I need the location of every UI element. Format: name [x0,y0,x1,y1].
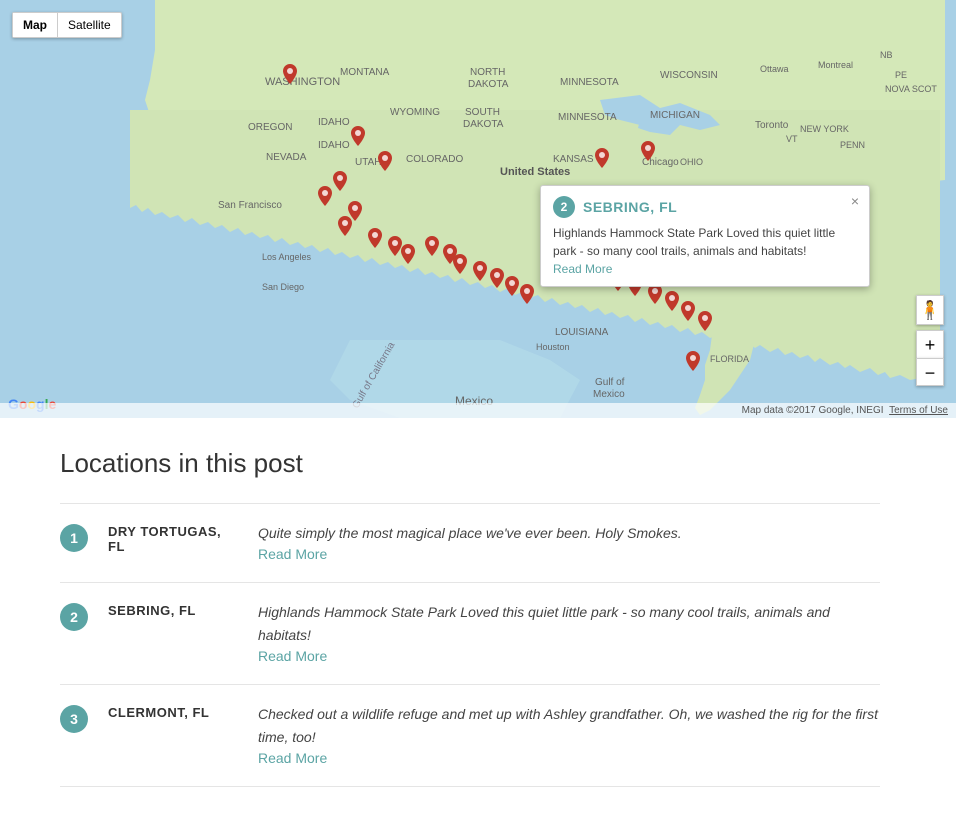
location-name: DRY TORTUGAS, FL [108,524,238,554]
popup-title: SEBRING, FL [583,199,677,215]
svg-text:NORTH: NORTH [470,67,505,78]
map-pin[interactable] [366,228,384,252]
zoom-out-button[interactable]: − [916,358,944,386]
pegman-control[interactable]: 🧍 [916,295,944,325]
location-number-badge: 2 [60,603,88,631]
svg-text:Houston: Houston [536,342,570,352]
map-pin[interactable] [316,186,334,210]
map-pin[interactable] [679,301,697,325]
svg-text:COLORADO: COLORADO [406,154,463,165]
zoom-controls: + − [916,330,944,386]
popup-header: 2 SEBRING, FL [553,196,839,218]
map-pin[interactable] [336,216,354,240]
location-item: 2 SEBRING, FL Highlands Hammock State Pa… [60,583,880,685]
svg-text:NEW YORK: NEW YORK [800,124,849,134]
map-pin[interactable] [471,261,489,285]
map-pin[interactable] [349,126,367,150]
map-pin[interactable] [518,284,536,308]
svg-text:IDAHO: IDAHO [318,140,350,151]
map-container: WASHINGTON MONTANA NORTH DAKOTA MINNESOT… [0,0,956,418]
svg-text:San Francisco: San Francisco [218,200,282,211]
popup-read-more-link[interactable]: Read More [553,262,839,276]
svg-text:KANSAS: KANSAS [553,154,594,165]
map-data-attribution: Map data ©2017 Google, INEGI [742,405,884,416]
svg-text:LOUISIANA: LOUISIANA [555,327,609,338]
map-type-satellite-btn[interactable]: Satellite [58,13,121,37]
svg-text:Los Angeles: Los Angeles [262,252,312,262]
map-footer: Map data ©2017 Google, INEGI Terms of Us… [0,403,956,418]
map-pin[interactable] [639,141,657,165]
zoom-in-button[interactable]: + [916,330,944,358]
popup-number: 2 [553,196,575,218]
map-pin[interactable] [376,151,394,175]
popup-close-button[interactable]: × [851,194,859,208]
svg-text:Montreal: Montreal [818,60,853,70]
svg-text:FLORIDA: FLORIDA [710,354,749,364]
svg-text:DAKOTA: DAKOTA [463,119,504,130]
location-read-more-link[interactable]: Read More [258,750,327,766]
svg-text:NB: NB [880,50,893,60]
map-type-map-btn[interactable]: Map [13,13,57,37]
location-item: 1 DRY TORTUGAS, FL Quite simply the most… [60,503,880,583]
svg-text:VT: VT [786,134,798,144]
map-pin[interactable] [451,254,469,278]
map-popup: 2 SEBRING, FL × Highlands Hammock State … [540,185,870,287]
locations-section: Locations in this post 1 DRY TORTUGAS, F… [0,418,900,817]
svg-text:WISCONSIN: WISCONSIN [660,70,718,81]
svg-text:SOUTH: SOUTH [465,107,500,118]
svg-text:MINNESOTA: MINNESOTA [558,112,617,123]
svg-text:PE: PE [895,70,907,80]
location-description-text: Checked out a wildlife refuge and met up… [258,703,880,748]
popup-description: Highlands Hammock State Park Loved this … [553,224,839,260]
svg-text:DAKOTA: DAKOTA [468,79,509,90]
svg-text:San Diego: San Diego [262,282,304,292]
location-item: 3 CLERMONT, FL Checked out a wildlife re… [60,685,880,787]
svg-text:NOVA SCOT: NOVA SCOT [885,84,937,94]
svg-text:United States: United States [500,166,570,178]
location-description-text: Highlands Hammock State Park Loved this … [258,601,880,646]
terms-of-use-link[interactable]: Terms of Use [889,405,948,416]
map-pin[interactable] [399,244,417,268]
svg-text:IDAHO: IDAHO [318,117,350,128]
location-description: Quite simply the most magical place we'v… [258,522,880,564]
svg-text:Mexico: Mexico [593,389,625,400]
svg-text:WASHINGTON: WASHINGTON [265,76,340,88]
location-read-more-link[interactable]: Read More [258,546,327,562]
location-description: Checked out a wildlife refuge and met up… [258,703,880,768]
map-pin[interactable] [696,311,714,335]
map-pin[interactable] [646,284,664,308]
svg-text:Ottawa: Ottawa [760,64,789,74]
location-number-badge: 3 [60,705,88,733]
svg-text:MINNESOTA: MINNESOTA [560,77,619,88]
map-type-control: Map Satellite [12,12,122,38]
locations-title: Locations in this post [60,448,880,479]
location-description: Highlands Hammock State Park Loved this … [258,601,880,666]
svg-text:WYOMING: WYOMING [390,107,440,118]
svg-text:MONTANA: MONTANA [340,67,390,78]
location-name: SEBRING, FL [108,603,238,618]
location-description-text: Quite simply the most magical place we'v… [258,522,880,544]
svg-text:NEVADA: NEVADA [266,152,307,163]
svg-text:Toronto: Toronto [755,120,789,131]
location-number-badge: 1 [60,524,88,552]
map-pin[interactable] [684,351,702,375]
locations-list: 1 DRY TORTUGAS, FL Quite simply the most… [60,503,880,787]
svg-text:OHIO: OHIO [680,157,703,167]
map-pin[interactable] [593,148,611,172]
map-pin[interactable] [423,236,441,260]
map-pin[interactable] [281,64,299,88]
svg-text:OREGON: OREGON [248,122,292,133]
svg-text:MICHIGAN: MICHIGAN [650,110,700,121]
svg-text:Gulf of: Gulf of [595,377,625,388]
svg-text:PENN: PENN [840,140,865,150]
location-read-more-link[interactable]: Read More [258,648,327,664]
